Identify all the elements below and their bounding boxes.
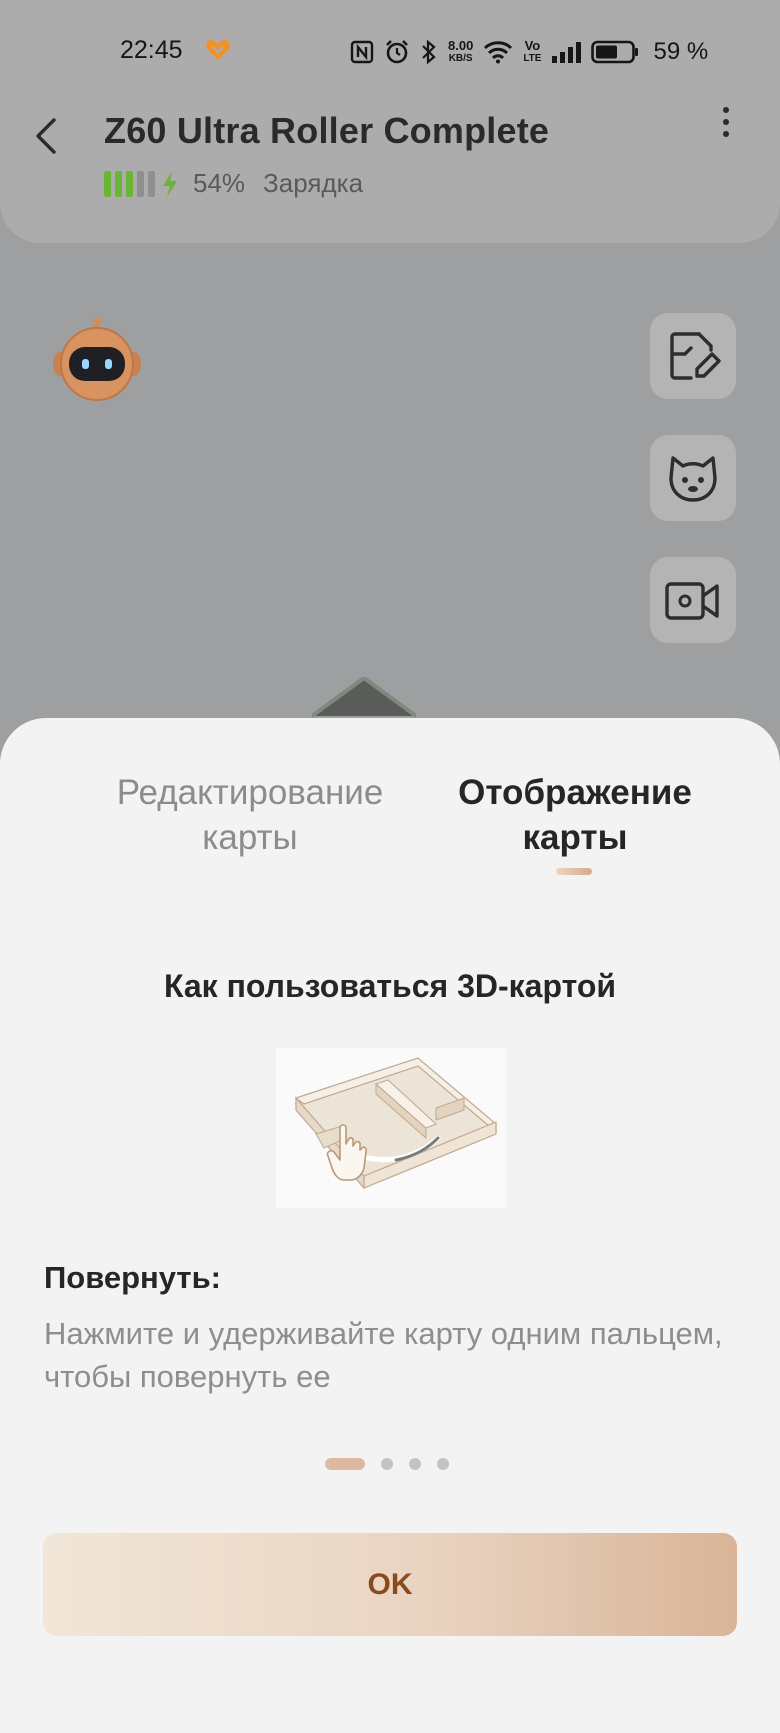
status-bar: 22:45 8.00 KB/S Vo LTE 59 % <box>0 0 780 100</box>
map-edit-icon <box>670 332 721 380</box>
page-title: Z60 Ultra Roller Complete <box>104 110 550 151</box>
battery-icon <box>591 40 639 64</box>
page-dot[interactable] <box>325 1458 365 1470</box>
video-camera-icon <box>665 582 719 620</box>
tab-map-editing[interactable]: Редактирование карты <box>90 770 410 860</box>
heart-icon <box>206 39 230 60</box>
battery-segment <box>126 170 133 197</box>
alarm-icon <box>386 40 408 64</box>
battery-segment <box>115 170 122 197</box>
battery-percent: 54% <box>193 168 246 198</box>
battery-status: Зарядка <box>263 168 364 198</box>
status-icons: 8.00 KB/S Vo LTE 59 % <box>350 34 708 70</box>
step-title: Повернуть: <box>44 1260 221 1295</box>
robot-assistant-icon[interactable] <box>50 316 144 406</box>
back-button[interactable] <box>28 112 64 160</box>
map-edit-button[interactable] <box>650 313 736 399</box>
status-time: 22:45 <box>120 36 183 64</box>
net-speed: 8.00 KB/S <box>448 38 474 64</box>
battery-segment <box>148 170 155 197</box>
bluetooth-icon <box>422 39 436 65</box>
step-description: Нажмите и удерживайте карту одним пальце… <box>44 1316 723 1394</box>
robot-battery: 54% Зарядка <box>104 168 363 199</box>
top-header: 22:45 8.00 KB/S Vo LTE 59 % Z60 Ultra Ro… <box>0 0 780 243</box>
wifi-icon <box>484 41 513 64</box>
page-dot[interactable] <box>409 1458 421 1470</box>
page-dot[interactable] <box>381 1458 393 1470</box>
pet-icon <box>669 456 717 502</box>
signal-icon <box>552 42 582 63</box>
pet-mode-button[interactable] <box>650 435 736 521</box>
guide-title: Как пользоваться 3D-картой <box>163 968 617 1004</box>
battery-segment <box>104 170 111 197</box>
status-battery-percent: 59 % <box>653 38 709 65</box>
video-camera-button[interactable] <box>650 557 736 643</box>
charging-bolt-icon <box>163 170 177 197</box>
battery-level-icon <box>104 170 155 197</box>
battery-segment <box>137 170 144 197</box>
ok-button-label: OK <box>367 1567 413 1601</box>
rotate-3d-map-illustration <box>276 1048 506 1208</box>
page-indicator <box>325 1458 449 1470</box>
page-dot[interactable] <box>437 1458 449 1470</box>
map-guide-sheet: Редактирование карты Отображение карты К… <box>0 718 780 1733</box>
ok-button[interactable]: OK <box>43 1533 737 1636</box>
map-preview-roof <box>312 676 416 718</box>
active-tab-indicator <box>556 868 592 875</box>
nfc-icon <box>350 40 374 64</box>
more-menu-button[interactable] <box>714 104 738 144</box>
tab-map-display[interactable]: Отображение карты <box>430 770 720 860</box>
volte-icon: Vo LTE <box>523 38 542 64</box>
